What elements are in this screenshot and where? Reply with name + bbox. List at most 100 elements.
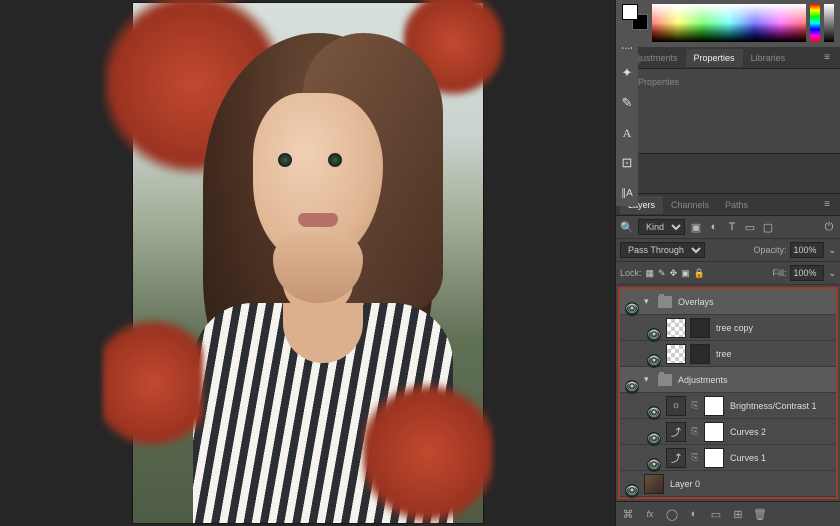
opacity-input[interactable] [790, 242, 824, 258]
portrait-eye [328, 153, 342, 167]
filter-pixel-icon[interactable]: ▣ [689, 220, 703, 234]
color-field[interactable] [652, 4, 806, 42]
tab-properties[interactable]: Properties [686, 49, 743, 67]
mask-thumbnail[interactable] [704, 422, 724, 442]
tool-paragraph-icon[interactable]: ∥A [618, 184, 636, 202]
panel-gap [616, 154, 840, 194]
fg-bg-swatches[interactable] [622, 4, 648, 30]
layers-footer: ⌘ fx ◯ ◐ ▭ ⊞ 🗑 [616, 501, 840, 526]
layer-group-overlays[interactable]: 👁 ▾ Overlays [620, 289, 836, 315]
filter-toggle-icon[interactable]: ⏻ [822, 220, 836, 234]
tab-paths[interactable]: Paths [717, 196, 756, 214]
layer-name[interactable]: Adjustments [678, 375, 728, 385]
layer-tree-copy[interactable]: 👁 tree copy [620, 315, 836, 341]
smartobject-badge-icon [690, 318, 710, 338]
hue-slider[interactable] [810, 4, 820, 42]
layers-panel: Layers Channels Paths ≡ 🔍 Kind ▣ ◐ T ▭ ▢… [616, 194, 840, 526]
visibility-toggle-icon[interactable]: 👁 [625, 484, 639, 498]
layer-name[interactable]: Brightness/Contrast 1 [730, 401, 817, 411]
visibility-toggle-icon[interactable]: 👁 [625, 302, 639, 316]
new-layer-icon[interactable]: ⊞ [730, 506, 746, 522]
chevron-down-icon[interactable]: ▾ [644, 296, 654, 307]
layer-thumbnail[interactable] [644, 474, 664, 494]
properties-body: No Properties [616, 69, 840, 154]
tool-icon-4[interactable]: ⊡ [618, 154, 636, 172]
chevron-down-icon[interactable]: ⌄ [828, 268, 836, 279]
visibility-toggle-icon[interactable]: 👁 [647, 328, 661, 342]
lock-all-icon[interactable]: 🔒 [694, 268, 705, 279]
adjustment-icon: ⤴ [666, 448, 686, 468]
visibility-toggle-icon[interactable]: 👁 [625, 380, 639, 394]
filter-shape-icon[interactable]: ▭ [743, 220, 757, 234]
portrait-eye [278, 153, 292, 167]
layer-tree[interactable]: 👁 tree [620, 341, 836, 367]
lock-image-icon[interactable]: ✎ [658, 268, 666, 279]
layer-name[interactable]: Curves 1 [730, 453, 766, 463]
leaves-overlay [363, 373, 493, 526]
lock-position-icon[interactable]: ✥ [670, 268, 678, 279]
color-panel [616, 0, 840, 47]
tool-icon-3[interactable]: ✎ [618, 94, 636, 112]
visibility-toggle-icon[interactable]: 👁 [647, 354, 661, 368]
folder-icon [658, 374, 672, 386]
document-image [133, 3, 483, 523]
tab-channels[interactable]: Channels [663, 196, 717, 214]
mask-thumbnail[interactable] [704, 448, 724, 468]
link-layers-icon[interactable]: ⌘ [620, 506, 636, 522]
blend-mode-select[interactable]: Pass Through [620, 242, 705, 258]
folder-icon [658, 296, 672, 308]
filter-smart-icon[interactable]: ▢ [761, 220, 775, 234]
layer-name[interactable]: tree copy [716, 323, 753, 333]
add-mask-icon[interactable]: ◯ [664, 506, 680, 522]
chevron-down-icon[interactable]: ⌄ [828, 245, 836, 256]
lock-label: Lock: [620, 268, 642, 278]
right-dock: Adjustments Properties Libraries ≡ No Pr… [615, 0, 840, 526]
visibility-toggle-icon[interactable]: 👁 [647, 458, 661, 472]
mask-thumbnail[interactable] [704, 396, 724, 416]
search-icon[interactable]: 🔍 [620, 220, 634, 234]
mask-link-icon[interactable]: ⎘ [690, 452, 700, 463]
tab-libraries[interactable]: Libraries [743, 49, 794, 67]
blend-opacity-row: Pass Through Opacity: ⌄ [616, 239, 840, 262]
new-group-icon[interactable]: ▭ [708, 506, 724, 522]
layer-curves-2[interactable]: 👁 ⤴ ⎘ Curves 2 [620, 419, 836, 445]
layer-group-adjustments[interactable]: 👁 ▾ Adjustments [620, 367, 836, 393]
layer-thumbnail[interactable] [666, 318, 686, 338]
panel-menu-icon[interactable]: ≡ [818, 199, 836, 210]
panel-menu-icon[interactable]: ≡ [818, 52, 836, 63]
fill-input[interactable] [790, 265, 824, 281]
chevron-down-icon[interactable]: ▾ [644, 374, 654, 385]
brightness-slider[interactable] [824, 4, 834, 42]
delete-layer-icon[interactable]: 🗑 [752, 506, 768, 522]
tool-icon-2[interactable]: ✦ [618, 64, 636, 82]
layer-0[interactable]: 👁 Layer 0 [620, 471, 836, 497]
filter-adjust-icon[interactable]: ◐ [707, 220, 721, 234]
tool-type-icon[interactable]: A [618, 124, 636, 142]
canvas[interactable] [0, 0, 615, 526]
layer-thumbnail[interactable] [666, 344, 686, 364]
filter-type-icon[interactable]: T [725, 220, 739, 234]
layer-filter-row: 🔍 Kind ▣ ◐ T ▭ ▢ ⏻ [616, 216, 840, 239]
foreground-swatch[interactable] [622, 4, 638, 20]
lock-transparent-icon[interactable]: ▦ [646, 268, 655, 279]
adjustment-icon: ☼ [666, 396, 686, 416]
mask-link-icon[interactable]: ⎘ [690, 400, 700, 411]
mask-link-icon[interactable]: ⎘ [690, 426, 700, 437]
layers-tabs: Layers Channels Paths ≡ [616, 194, 840, 216]
layer-curves-1[interactable]: 👁 ⤴ ⎘ Curves 1 [620, 445, 836, 471]
new-adjustment-icon[interactable]: ◐ [686, 506, 702, 522]
fx-icon[interactable]: fx [642, 506, 658, 522]
layer-name[interactable]: Curves 2 [730, 427, 766, 437]
layer-name[interactable]: tree [716, 349, 732, 359]
properties-tabs: Adjustments Properties Libraries ≡ [616, 47, 840, 69]
leaves-overlay [103, 303, 203, 463]
opacity-label: Opacity: [753, 245, 786, 255]
visibility-toggle-icon[interactable]: 👁 [647, 432, 661, 446]
app-root: ▶ ⬚ ✦ ✎ A ⊡ ∥A [0, 0, 840, 526]
layer-brightness-contrast[interactable]: 👁 ☼ ⎘ Brightness/Contrast 1 [620, 393, 836, 419]
layer-name[interactable]: Layer 0 [670, 479, 700, 489]
visibility-toggle-icon[interactable]: 👁 [647, 406, 661, 420]
layer-name[interactable]: Overlays [678, 297, 714, 307]
filter-kind-select[interactable]: Kind [638, 219, 685, 235]
lock-artboard-icon[interactable]: ▣ [681, 268, 690, 279]
